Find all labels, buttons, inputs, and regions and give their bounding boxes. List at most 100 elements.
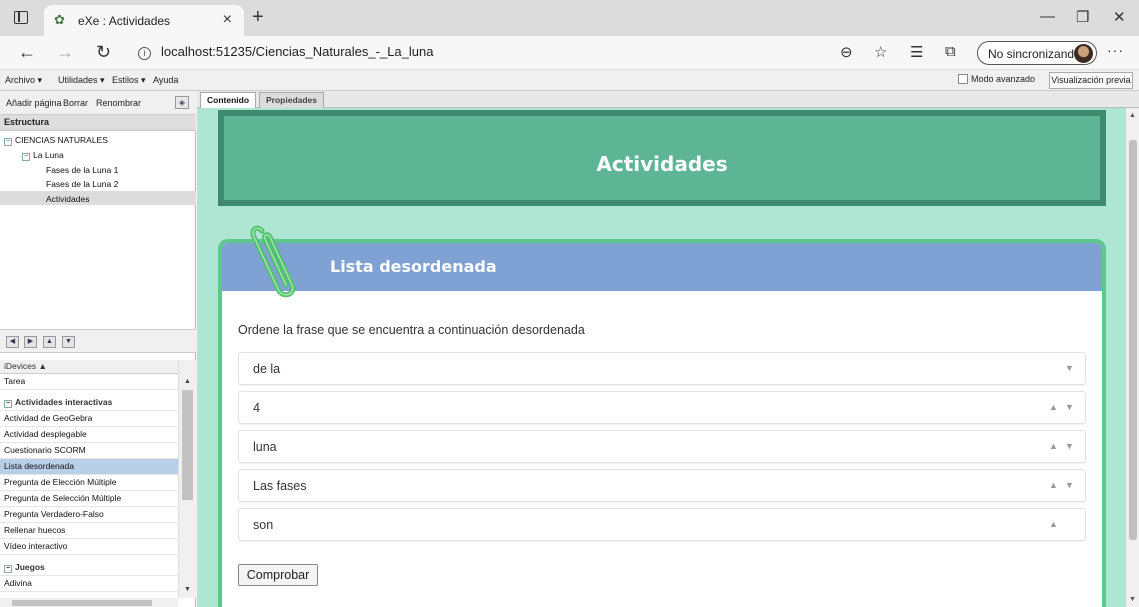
move-up-icon[interactable]: ▲ bbox=[1049, 480, 1058, 490]
add-page-button[interactable]: Añadir página bbox=[6, 98, 62, 108]
sidebar-toggle-icon[interactable] bbox=[14, 11, 28, 24]
modo-avanzado-label: Modo avanzado bbox=[971, 74, 1036, 84]
idevices-scrollbar[interactable]: ▲ ▼ bbox=[178, 360, 196, 598]
tree-root[interactable]: − CIENCIAS NATURALES bbox=[4, 135, 108, 146]
move-down-icon[interactable]: ▼ bbox=[1065, 441, 1074, 451]
move-left-icon[interactable]: ◀ bbox=[6, 336, 19, 348]
idevice-item[interactable]: Tarea bbox=[0, 374, 178, 390]
tree-page-2[interactable]: Fases de la Luna 2 bbox=[46, 179, 118, 189]
page-header: Actividades bbox=[218, 110, 1106, 206]
horizontal-scrollbar[interactable] bbox=[0, 598, 178, 607]
idevice-group[interactable]: − Actividades interactivas bbox=[0, 395, 178, 411]
move-up-icon[interactable]: ▲ bbox=[1049, 519, 1058, 529]
collapse-icon[interactable]: − bbox=[4, 565, 12, 573]
collections-icon[interactable]: ⧉ bbox=[945, 43, 956, 60]
sortable-item[interactable]: de la ▼ bbox=[238, 352, 1086, 385]
scroll-down-icon[interactable]: ▼ bbox=[184, 586, 191, 593]
idevice-item-selected[interactable]: Lista desordenada bbox=[0, 459, 178, 475]
move-up-icon[interactable]: ▲ bbox=[43, 336, 56, 348]
idevice-item[interactable]: Actividad de GeoGebra bbox=[0, 411, 178, 427]
scroll-up-icon[interactable]: ▲ bbox=[1129, 112, 1136, 119]
sync-label: No sincronizando bbox=[988, 47, 1081, 61]
minimize-icon[interactable]: — bbox=[1040, 8, 1055, 25]
tab-title: eXe : Actividades bbox=[78, 14, 171, 28]
idevice-item[interactable]: Pregunta de Elección Múltiple bbox=[0, 475, 178, 491]
zoom-icon[interactable]: ⊖ bbox=[840, 43, 853, 61]
url-field[interactable]: i localhost:51235/Ciencias_Naturales_-_La… bbox=[138, 44, 433, 60]
info-icon[interactable]: i bbox=[138, 47, 151, 60]
browser-tab[interactable]: ✿ eXe : Actividades × bbox=[44, 5, 244, 36]
tree-page-1[interactable]: Fases de la Luna 1 bbox=[46, 165, 118, 175]
restore-icon[interactable]: ❐ bbox=[1076, 8, 1089, 26]
scroll-up-icon[interactable]: ▲ bbox=[184, 378, 191, 385]
idevice-item[interactable]: Cuestionario SCORM bbox=[0, 443, 178, 459]
tree-node-la-luna[interactable]: − La Luna bbox=[22, 150, 64, 161]
forward-icon[interactable]: → bbox=[56, 42, 74, 63]
check-button[interactable]: Comprobar bbox=[238, 564, 318, 586]
idevice-item[interactable]: Pregunta de Selección Múltiple bbox=[0, 491, 178, 507]
checkbox-icon[interactable] bbox=[958, 74, 968, 84]
address-bar: ← → ↻ i localhost:51235/Ciencias_Naturale… bbox=[0, 36, 1139, 70]
idevice-group[interactable]: − Juegos bbox=[0, 560, 178, 576]
move-down-icon[interactable]: ▼ bbox=[1065, 363, 1074, 373]
idevice-item[interactable]: Vídeo interactivo bbox=[0, 539, 178, 555]
scroll-thumb[interactable] bbox=[182, 390, 193, 500]
refresh-icon[interactable]: ↻ bbox=[96, 42, 111, 63]
menu-utilidades[interactable]: Utilidades ▾ bbox=[58, 75, 105, 86]
collapse-icon[interactable]: − bbox=[4, 400, 12, 408]
sortable-item[interactable]: 4 ▲ ▼ bbox=[238, 391, 1086, 424]
move-up-icon[interactable]: ▲ bbox=[1049, 402, 1058, 412]
scroll-down-icon[interactable]: ▼ bbox=[1129, 596, 1136, 603]
content-scrollbar[interactable]: ▲ ▼ bbox=[1126, 108, 1139, 607]
modo-avanzado-checkbox[interactable]: Modo avanzado bbox=[958, 74, 1035, 84]
idevice-item[interactable]: Rellenar huecos bbox=[0, 523, 178, 539]
content-tabs: Contenido Propiedades bbox=[197, 91, 1139, 108]
url-text: localhost:51235/Ciencias_Naturales_-_La_… bbox=[161, 44, 434, 59]
sortable-item[interactable]: Las fases ▲ ▼ bbox=[238, 469, 1086, 502]
menu-ayuda[interactable]: Ayuda bbox=[153, 75, 178, 85]
structure-toolbar: Añadir página Borrar Renombrar ◈ bbox=[0, 91, 196, 115]
idevice-item[interactable]: Adivina bbox=[0, 576, 178, 592]
idevices-heading[interactable]: iDevices ▲ bbox=[0, 360, 178, 374]
item-text: de la bbox=[253, 362, 281, 376]
item-text: Las fases bbox=[253, 479, 307, 493]
instructions-text: Ordene la frase que se encuentra a conti… bbox=[238, 323, 585, 337]
scroll-thumb[interactable] bbox=[1129, 140, 1137, 540]
back-icon[interactable]: ← bbox=[18, 42, 36, 63]
new-tab-icon[interactable]: + bbox=[252, 6, 264, 29]
collapse-icon[interactable]: − bbox=[22, 153, 30, 161]
tree-page-3[interactable]: Actividades bbox=[46, 194, 89, 204]
sortable-item[interactable]: luna ▲ ▼ bbox=[238, 430, 1086, 463]
move-up-icon[interactable]: ▲ bbox=[1049, 441, 1058, 451]
menu-estilos[interactable]: Estilos ▾ bbox=[112, 75, 146, 86]
rename-button[interactable]: Renombrar bbox=[96, 98, 141, 108]
delete-button[interactable]: Borrar bbox=[63, 98, 88, 108]
browser-tab-bar: ✿ eXe : Actividades × + — ❐ ✕ bbox=[0, 0, 1139, 36]
item-text: son bbox=[253, 518, 274, 532]
collapse-icon[interactable]: − bbox=[4, 138, 12, 146]
scroll-thumb[interactable] bbox=[12, 600, 152, 606]
page-title: Actividades bbox=[596, 152, 728, 176]
move-right-icon[interactable]: ▶ bbox=[24, 336, 37, 348]
preview-button[interactable]: Visualización previa bbox=[1049, 72, 1133, 89]
close-window-icon[interactable]: ✕ bbox=[1113, 8, 1126, 26]
left-panel: Añadir página Borrar Renombrar ◈ Estruct… bbox=[0, 91, 196, 607]
collapse-panel-icon[interactable]: ◈ bbox=[175, 96, 189, 109]
move-down-icon[interactable]: ▼ bbox=[62, 336, 75, 348]
tree-root-label: CIENCIAS NATURALES bbox=[15, 135, 108, 145]
idevice-item[interactable]: Pregunta Verdadero-Falso bbox=[0, 507, 178, 523]
sortable-item[interactable]: son ▲ bbox=[238, 508, 1086, 541]
item-text: 4 bbox=[253, 401, 260, 415]
profile-sync-button[interactable]: No sincronizando bbox=[977, 41, 1097, 65]
tab-contenido[interactable]: Contenido bbox=[200, 92, 257, 108]
close-tab-icon[interactable]: × bbox=[223, 11, 232, 29]
tree-arrows-toolbar: ◀ ▶ ▲ ▼ bbox=[0, 329, 196, 353]
more-icon[interactable]: ··· bbox=[1107, 42, 1124, 58]
favorites-icon[interactable]: ☰ bbox=[910, 43, 923, 61]
favorite-add-icon[interactable]: ☆ bbox=[874, 43, 887, 61]
menu-archivo[interactable]: Archivo ▾ bbox=[5, 75, 42, 86]
tab-propiedades[interactable]: Propiedades bbox=[259, 92, 325, 108]
idevice-item[interactable]: Actividad desplegable bbox=[0, 427, 178, 443]
move-down-icon[interactable]: ▼ bbox=[1065, 402, 1074, 412]
move-down-icon[interactable]: ▼ bbox=[1065, 480, 1074, 490]
